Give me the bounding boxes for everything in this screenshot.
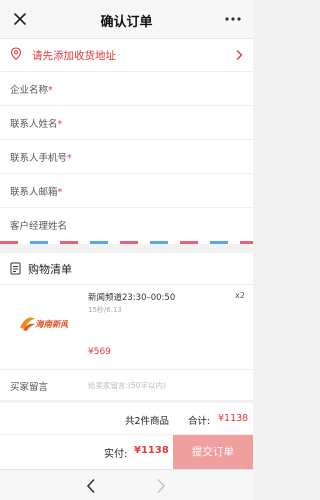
contact-phone-field[interactable]: 联系人手机号* <box>0 140 253 174</box>
forward-arrow-icon[interactable] <box>156 478 166 494</box>
back-arrow-icon[interactable] <box>86 478 96 494</box>
required-mark: * <box>57 119 63 130</box>
page-title: 确认订单 <box>100 15 153 30</box>
total-label: 合计: <box>188 416 211 427</box>
product-logo: 海南新闻 <box>20 317 68 331</box>
item-name: 新闻频道23:30–00:50 <box>88 293 176 303</box>
buyer-message-row: 买家留言 给卖家留言:(50字以内) <box>0 369 253 401</box>
more-dots-icon[interactable] <box>223 10 243 28</box>
submit-order-button[interactable]: 提交订单 <box>173 435 253 469</box>
total-value: ¥1138 <box>218 413 249 424</box>
field-label: 联系人手机号 <box>10 153 68 164</box>
top-bar: 确认订单 <box>0 0 253 39</box>
document-icon <box>10 262 21 275</box>
product-logo-text: 海南新闻 <box>35 319 68 330</box>
cart-item[interactable]: 海南新闻 新闻频道23:30–00:50 15秒/6.13 x2 ¥569 <box>0 285 253 369</box>
buyer-message-input[interactable]: 给卖家留言:(50字以内) <box>88 380 166 391</box>
field-label: 客户经理姓名 <box>10 221 68 232</box>
paid-value: ¥1138 <box>134 445 169 456</box>
order-confirm-page: 确认订单 请先添加收货地址 企业名称* 联系人姓名* 联系人手机号* 联系人邮箱… <box>0 0 253 500</box>
item-count: 共2件商品 <box>125 416 170 427</box>
account-manager-field[interactable]: 客户经理姓名 <box>0 208 253 242</box>
item-quantity: x2 <box>235 291 245 300</box>
company-name-field[interactable]: 企业名称* <box>0 72 253 106</box>
cart-header: 购物清单 <box>0 253 253 285</box>
location-pin-icon <box>10 47 22 61</box>
field-label: 联系人邮箱 <box>10 187 58 198</box>
pay-bar: 实付: ¥1138 提交订单 <box>0 435 253 469</box>
contact-form: 企业名称* 联系人姓名* 联系人手机号* 联系人邮箱* 客户经理姓名 <box>0 72 253 242</box>
browser-nav-bar <box>0 469 253 500</box>
field-label: 联系人姓名 <box>10 119 58 130</box>
required-mark: * <box>67 153 72 164</box>
cart-title: 购物清单 <box>28 263 72 276</box>
contact-name-field[interactable]: 联系人姓名* <box>0 106 253 140</box>
add-address-prompt: 请先添加收货地址 <box>32 50 116 62</box>
required-mark: * <box>48 85 53 96</box>
airmail-divider <box>0 241 253 244</box>
buyer-message-label: 买家留言 <box>10 382 49 393</box>
field-label: 企业名称 <box>10 85 49 96</box>
item-price: ¥569 <box>88 347 111 357</box>
contact-email-field[interactable]: 联系人邮箱* <box>0 174 253 208</box>
required-mark: * <box>57 187 63 198</box>
order-summary: 共2件商品 合计: ¥1138 <box>0 403 253 435</box>
paid-label: 实付: <box>104 449 128 460</box>
add-address-row[interactable]: 请先添加收货地址 <box>0 39 253 72</box>
item-spec: 15秒/6.13 <box>88 306 122 314</box>
chevron-right-icon <box>236 50 243 60</box>
